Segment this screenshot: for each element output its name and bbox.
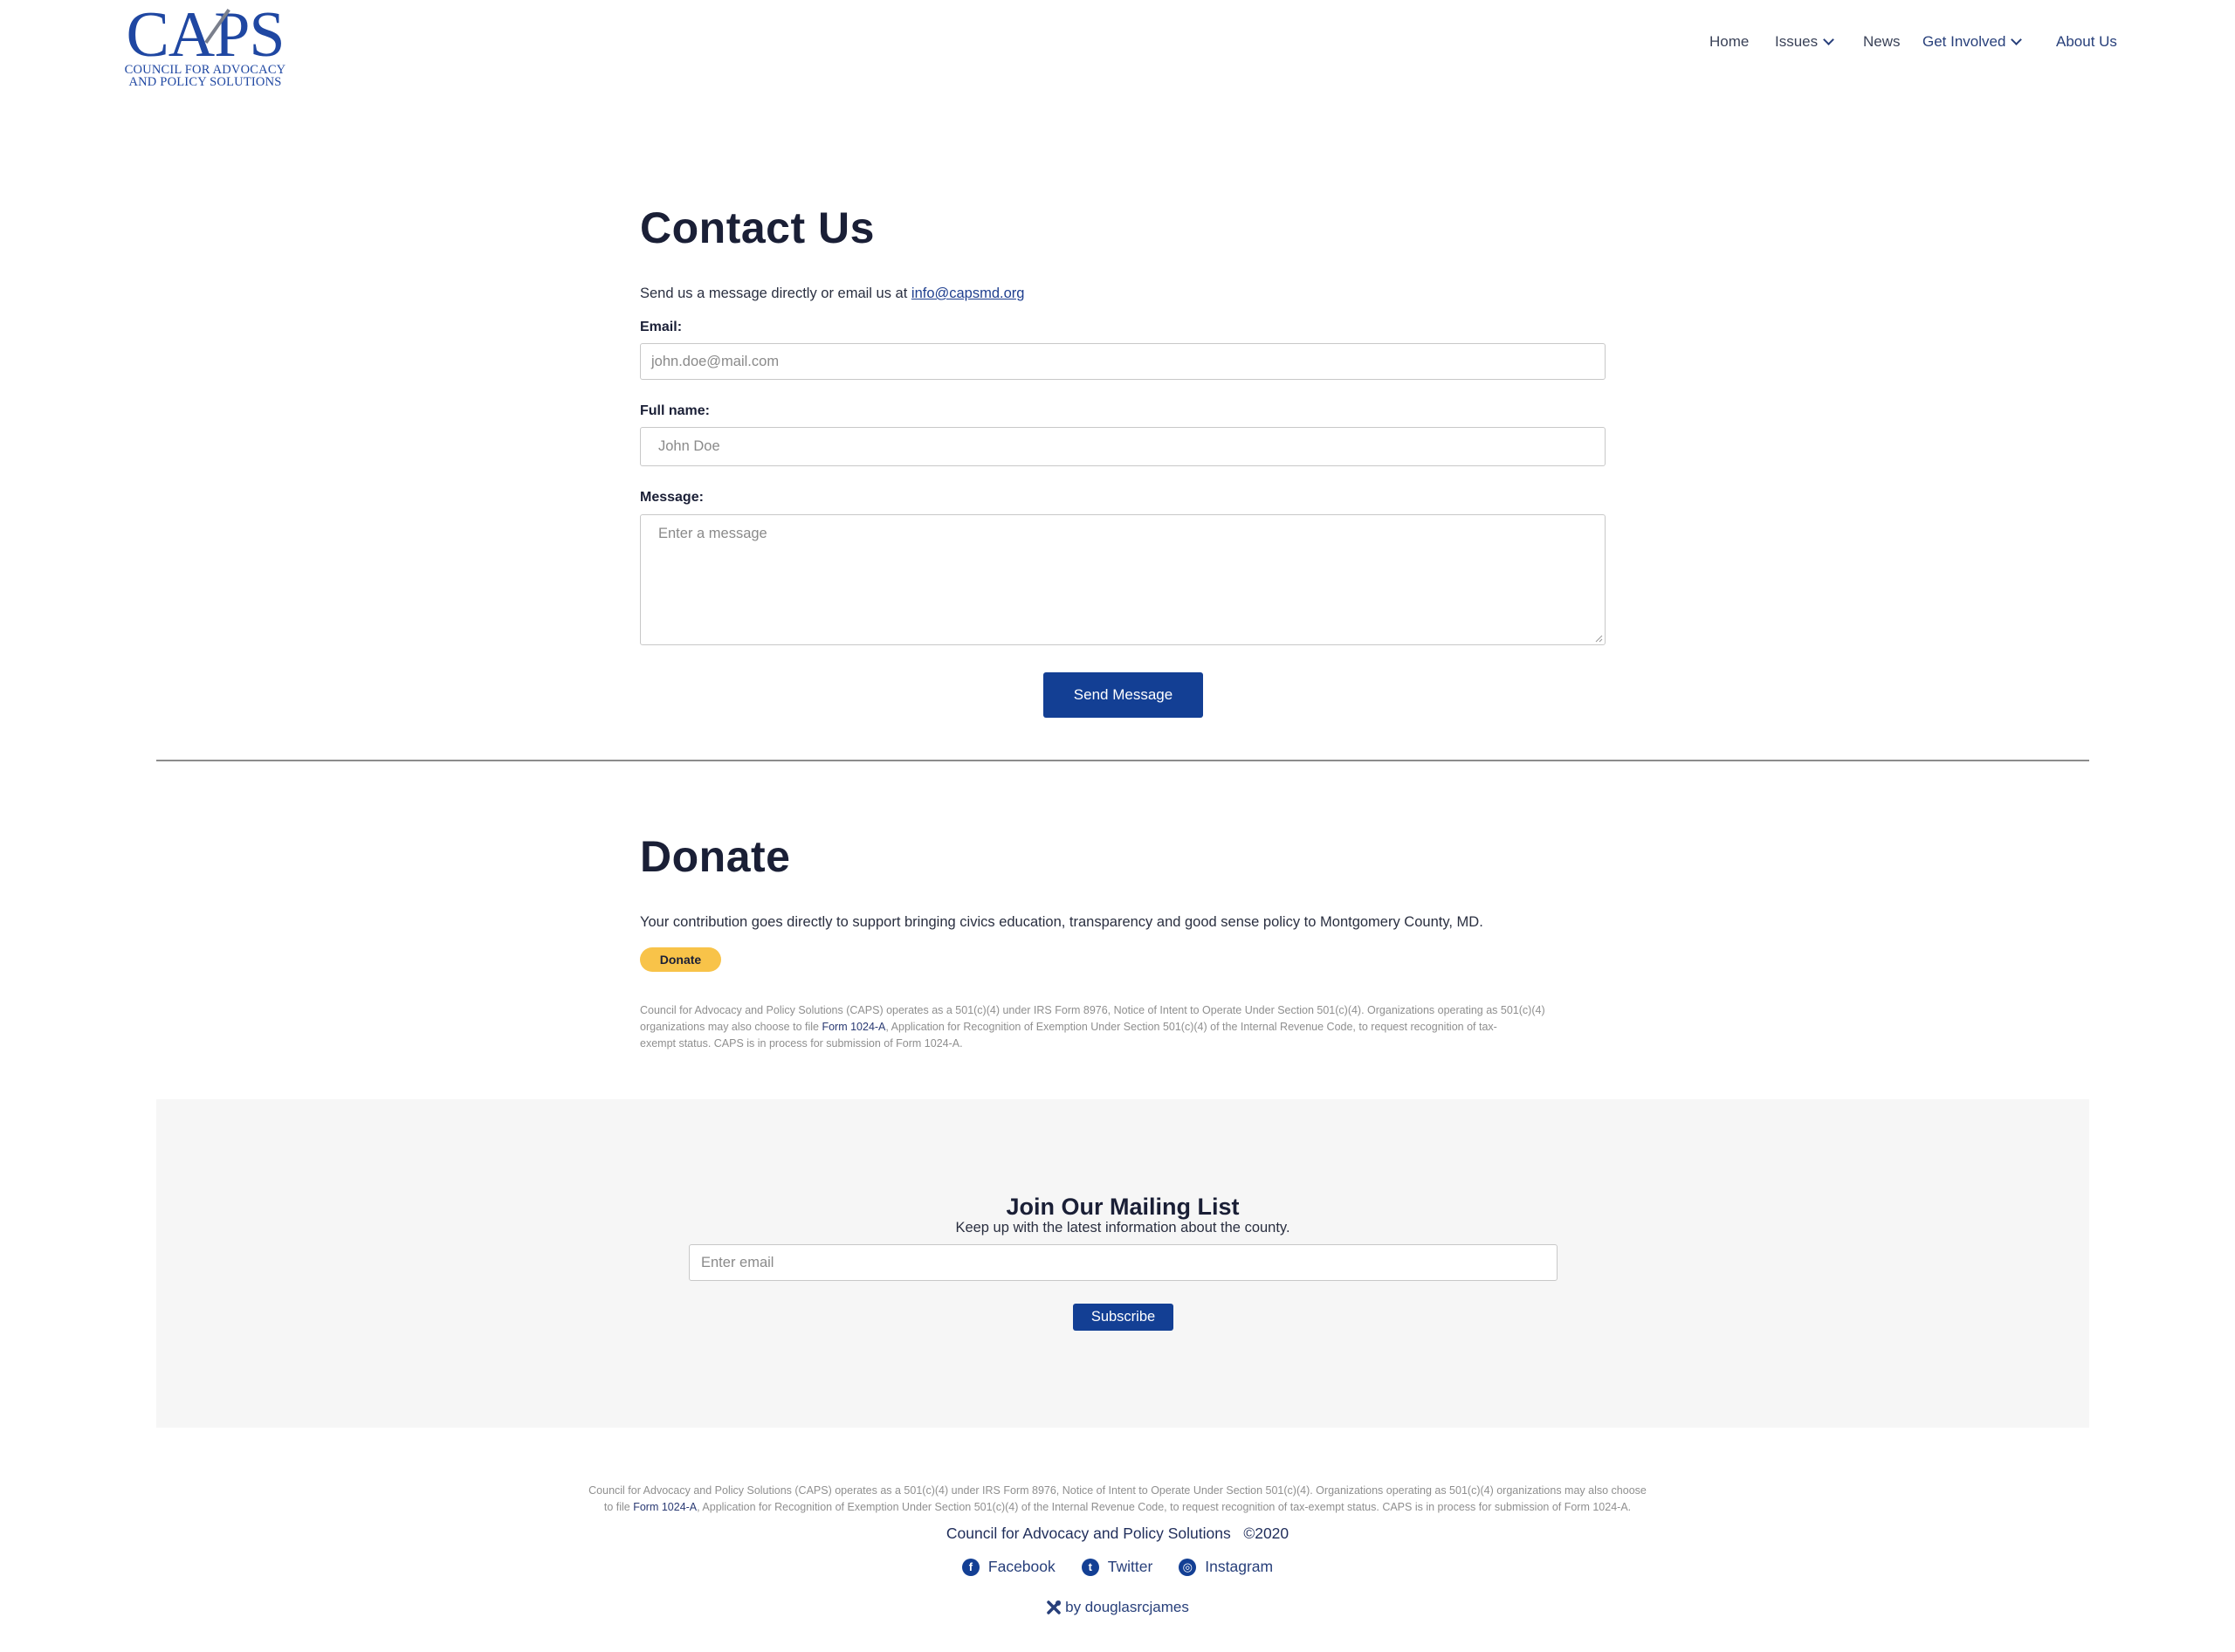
logo-subtitle-line2: AND POLICY SOLUTIONS [128, 75, 282, 89]
mailing-email-input[interactable]: Enter email [689, 1244, 1558, 1281]
email-label: Email: [640, 320, 683, 334]
nav-about-us-label: About Us [2056, 33, 2117, 50]
nav-issues-label: Issues [1775, 33, 1819, 50]
footer-fine-print: Council for Advocacy and Policy Solution… [524, 1483, 1711, 1516]
donate-text: Your contribution goes directly to suppo… [640, 914, 1483, 930]
mailing-list-panel: Join Our Mailing List Keep up with the l… [156, 1099, 2089, 1428]
twitter-link[interactable]: t Twitter [1081, 1558, 1153, 1576]
instagram-label: Instagram [1205, 1558, 1274, 1575]
footer-fine-line-1: Council for Advocacy and Policy Solution… [588, 1484, 1647, 1497]
donate-fine-line-2: organizations may also choose to file Fo… [640, 1019, 1618, 1036]
chevron-down-icon [2011, 34, 2023, 45]
tools-icon [1047, 1600, 1062, 1614]
message-placeholder: Enter a message [658, 526, 767, 541]
facebook-icon: f [961, 1558, 980, 1576]
caps-logo[interactable]: CAPS COUNCIL FOR ADVOCACY AND POLICY SOL… [118, 0, 292, 89]
nav-get-involved[interactable]: Get Involved [1922, 33, 2023, 51]
social-links: f Facebook t Twitter ◎ Instagram [0, 1558, 2235, 1576]
footer-fine-text: to file [603, 1501, 634, 1513]
footer-fine-line-2: to file Form 1024-A, Application for Rec… [524, 1499, 1711, 1516]
donate-fine-line-1: Council for Advocacy and Policy Solution… [640, 1004, 1545, 1016]
send-message-button[interactable]: Send Message [1043, 672, 1203, 718]
footer-copyright: Council for Advocacy and Policy Solution… [946, 1525, 1289, 1542]
chevron-down-icon [1823, 34, 1835, 45]
section-divider [156, 760, 2089, 761]
nav-home-label: Home [1709, 33, 1750, 50]
contact-title: Contact Us [640, 203, 875, 252]
credit-row: by douglasrcjames [0, 1599, 2235, 1616]
logo-subtitle-line1: COUNCIL FOR ADVOCACY [124, 63, 286, 77]
donate-title: Donate [640, 832, 791, 881]
mailing-list-title: Join Our Mailing List [1006, 1194, 1240, 1220]
nav-news-label: News [1863, 33, 1901, 50]
full-name-placeholder: John Doe [658, 438, 720, 454]
donate-fine-text: organizations may also choose to file [640, 1021, 822, 1033]
footer-fine-text: , Application for Recognition of Exempti… [697, 1501, 1632, 1513]
mailing-list-subtitle: Keep up with the latest information abou… [955, 1220, 1290, 1236]
twitter-icon: t [1081, 1558, 1099, 1576]
nav-about-us[interactable]: About Us [2056, 33, 2117, 51]
logo-wordmark: CAPS [126, 0, 285, 71]
contact-intro-text: Send us a message directly or email us a… [640, 286, 911, 301]
facebook-label: Facebook [987, 1558, 1056, 1575]
mailing-email-placeholder: Enter email [701, 1254, 774, 1270]
subscribe-button[interactable]: Subscribe [1073, 1304, 1173, 1331]
contact-intro: Send us a message directly or email us a… [640, 286, 1024, 302]
nav-issues[interactable]: Issues [1775, 33, 1835, 51]
full-name-label: Full name: [640, 403, 711, 418]
form-1024a-link[interactable]: Form 1024-A [822, 1021, 885, 1033]
credit-label: by douglasrcjames [1065, 1599, 1189, 1615]
message-textarea[interactable]: Enter a message [640, 514, 1606, 645]
donate-fine-print: Council for Advocacy and Policy Solution… [640, 1002, 1618, 1052]
twitter-label: Twitter [1107, 1558, 1153, 1575]
full-name-field[interactable]: John Doe [640, 427, 1606, 466]
email-field[interactable]: john.doe@mail.com [640, 343, 1606, 380]
instagram-icon: ◎ [1179, 1558, 1197, 1576]
donate-fine-text: , Application for Recognition of Exempti… [885, 1021, 1497, 1033]
email-placeholder: john.doe@mail.com [651, 353, 780, 369]
instagram-link[interactable]: ◎ Instagram [1179, 1558, 1273, 1576]
nav-get-involved-label: Get Involved [1922, 33, 2006, 50]
donate-fine-line-3: exempt status. CAPS is in process for su… [640, 1037, 963, 1050]
nav-home[interactable]: Home [1709, 33, 1749, 51]
footer-form-1024a-link[interactable]: Form 1024-A [633, 1501, 697, 1513]
nav-news[interactable]: News [1863, 33, 1901, 51]
developer-credit-link[interactable]: by douglasrcjames [1046, 1599, 1189, 1616]
message-label: Message: [640, 490, 704, 505]
paypal-donate-button[interactable]: Donate [640, 947, 721, 972]
contact-email-link[interactable]: info@capsmd.org [911, 286, 1025, 301]
facebook-link[interactable]: f Facebook [961, 1558, 1056, 1576]
resize-grip-icon[interactable] [1594, 634, 1603, 643]
